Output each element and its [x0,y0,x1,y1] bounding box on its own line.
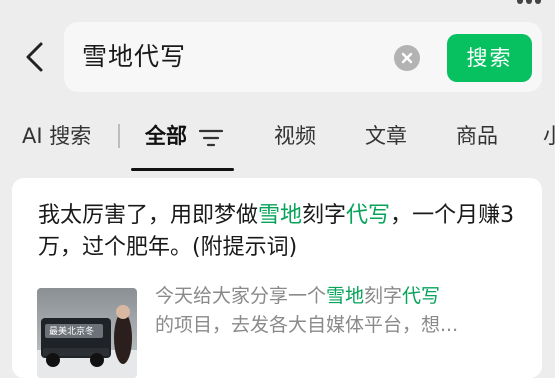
top-bar: 雪地代写 搜索 [0,0,555,110]
tab-all[interactable]: 全部 [145,122,187,150]
tab-more[interactable]: 小 [543,122,555,150]
title-text: 刻字 [302,203,347,228]
active-tab-indicator [131,168,234,171]
tab-divider [118,124,120,148]
snippet-highlight: 代写 [402,285,441,307]
title-text: 我太厉害了，用即梦做 [38,203,259,228]
thumbnail-text: 最美北京冬 [49,325,94,337]
result-snippet: 今天给大家分享一个雪地刻字代写的项目，去发各大自媒体平台，想... [155,282,515,340]
back-button[interactable] [20,40,50,74]
search-button[interactable]: 搜索 [447,34,532,82]
title-highlight: 代写 [346,203,391,228]
thumbnail-image: 最美北京冬 [37,288,137,378]
clear-button[interactable] [394,45,420,71]
result-title[interactable]: 我太厉害了，用即梦做雪地刻字代写，一个月赚3万，过个肥年。(附提示词) [38,200,528,264]
snippet-highlight: 雪地 [326,285,365,307]
snippet-text: 刻字 [364,285,403,307]
chevron-left-icon [26,42,43,72]
snippet-text: 的项目，去发各大自媒体平台，想... [155,314,459,336]
search-box[interactable]: 雪地代写 搜索 [64,22,542,92]
filter-lines-icon[interactable] [199,128,223,148]
clear-x-icon [401,52,413,64]
result-tabs: AI 搜索 全部 视频 文章 商品 小 [0,110,555,171]
result-thumbnail[interactable]: 最美北京冬 [37,288,137,378]
tab-article[interactable]: 文章 [365,122,407,150]
title-highlight: 雪地 [258,203,303,228]
snippet-text: 今天给大家分享一个 [155,285,327,307]
tab-product[interactable]: 商品 [456,122,498,150]
tab-video[interactable]: 视频 [274,122,316,150]
search-input[interactable]: 雪地代写 [82,40,186,74]
more-dots-icon[interactable] [517,0,541,6]
tab-ai-search[interactable]: AI 搜索 [22,122,91,150]
result-card[interactable]: 我太厉害了，用即梦做雪地刻字代写，一个月赚3万，过个肥年。(附提示词) 最美北京… [12,178,542,378]
